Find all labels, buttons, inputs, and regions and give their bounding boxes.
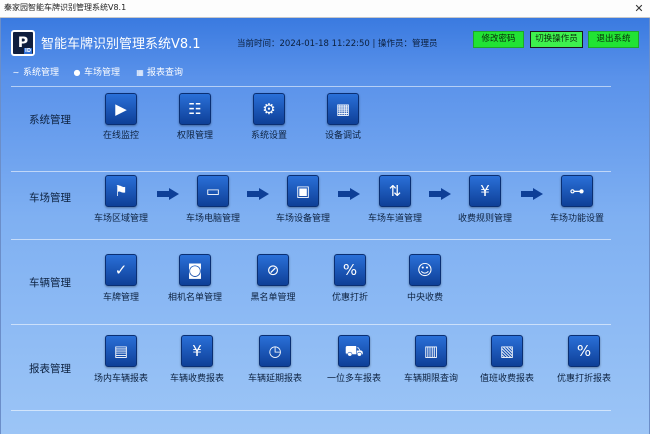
multi-car-icon: ⛟	[338, 335, 370, 367]
divider	[11, 86, 611, 87]
switch-operator-button[interactable]: 切换操作员	[530, 31, 583, 48]
arrow-right-icon	[247, 188, 269, 200]
tile-extension-report[interactable]: ◷	[255, 335, 295, 375]
logo: P ID	[11, 30, 35, 56]
arrow-right-icon	[157, 188, 179, 200]
flag-icon: ⚑	[105, 175, 137, 207]
tile-parking-device[interactable]: ▣	[283, 175, 323, 215]
nav-bar: ∼ 系统管理 ● 车场管理 ▦ 报表查询	[1, 65, 650, 81]
shield-check-icon: ✓	[105, 254, 137, 286]
nav-label: 车场管理	[84, 68, 121, 78]
monitor-icon: ▭	[197, 175, 229, 207]
change-password-button[interactable]: 修改密码	[473, 31, 524, 48]
tile-discount-report[interactable]: %	[564, 335, 604, 375]
tile-fee-rule[interactable]: ¥	[465, 175, 505, 215]
window-icon: ▣	[287, 175, 319, 207]
nav-item-reports[interactable]: ▦ 报表查询	[135, 65, 183, 81]
parking-report-icon: ▤	[105, 335, 137, 367]
tile-multi-car-report[interactable]: ⛟	[334, 335, 374, 375]
fee-rule-icon: ¥	[469, 175, 501, 207]
duty-report-icon: ▧	[491, 335, 523, 367]
section-label-system: 系统管理	[29, 114, 71, 126]
section-label-report: 报表管理	[29, 363, 71, 375]
camera-icon: ▶	[105, 93, 137, 125]
discount-report-icon: %	[568, 335, 600, 367]
share-icon: ∼	[12, 68, 20, 77]
cashier-icon: ☺	[409, 254, 441, 286]
divider	[11, 410, 611, 411]
tile-camera-list[interactable]: ◙	[175, 254, 215, 294]
divider	[11, 171, 611, 172]
nav-label: 报表查询	[147, 68, 184, 78]
window-title: 秦家园智能车牌识别管理系统V8.1	[4, 3, 127, 12]
tile-system-settings[interactable]: ⚙	[249, 93, 289, 133]
device-icon: ▦	[327, 93, 359, 125]
nav-item-parking[interactable]: ● 车场管理	[72, 65, 121, 81]
discount-icon: %	[334, 254, 366, 286]
section-label-vehicle: 车辆管理	[29, 277, 71, 289]
divider	[11, 239, 611, 240]
blacklist-icon: ⊘	[257, 254, 289, 286]
tile-central-fee[interactable]: ☺	[405, 254, 445, 294]
tile-fee-report[interactable]: ¥	[177, 335, 217, 375]
exit-system-button[interactable]: 退出系统	[588, 31, 639, 48]
fee-report-icon: ¥	[181, 335, 213, 367]
tile-label: 车场功能设置	[549, 214, 604, 224]
tile-label: 设备调试	[324, 131, 361, 141]
divider	[11, 324, 611, 325]
tile-label: 中央收费	[406, 293, 443, 303]
tile-discount[interactable]: %	[330, 254, 370, 294]
tile-label: 优惠打折报表	[556, 374, 611, 384]
arrow-right-icon	[429, 188, 451, 200]
nav-item-system[interactable]: ∼ 系统管理	[11, 65, 59, 81]
arrow-right-icon	[338, 188, 360, 200]
camera-list-icon: ◙	[179, 254, 211, 286]
lane-icon: ⇅	[379, 175, 411, 207]
tile-blacklist[interactable]: ⊘	[253, 254, 293, 294]
toggle-icon: ⊶	[561, 175, 593, 207]
app-title: 智能车牌识别管理系统V8.1	[41, 37, 201, 52]
hierarchy-icon: ☷	[179, 93, 211, 125]
extension-report-icon: ◷	[259, 335, 291, 367]
tile-permission[interactable]: ☷	[175, 93, 215, 133]
tile-plate[interactable]: ✓	[101, 254, 141, 294]
tile-term-query[interactable]: ▥	[411, 335, 451, 375]
tile-parking-area[interactable]: ⚑	[101, 175, 141, 215]
nav-label: 系统管理	[23, 68, 60, 78]
tile-device-debug[interactable]: ▦	[323, 93, 363, 133]
app-body: P ID 智能车牌识别管理系统V8.1 当前时间：2024-01-18 11:2…	[0, 18, 650, 434]
tile-online-monitor[interactable]: ▶	[101, 93, 141, 133]
header: P ID 智能车牌识别管理系统V8.1 当前时间：2024-01-18 11:2…	[1, 18, 650, 62]
arrow-right-icon	[521, 188, 543, 200]
tile-parking-computer[interactable]: ▭	[193, 175, 233, 215]
logo-sub: ID	[23, 48, 32, 54]
tile-duty-report[interactable]: ▧	[487, 335, 527, 375]
clock-operator-info: 当前时间：2024-01-18 11:22:50 | 操作员：管理员	[237, 39, 438, 49]
gear-icon: ⚙	[253, 93, 285, 125]
term-query-icon: ▥	[415, 335, 447, 367]
tile-parking-function[interactable]: ⊶	[557, 175, 597, 215]
chart-icon: ▦	[136, 68, 144, 77]
users-icon: ●	[73, 68, 81, 77]
section-label-parking: 车场管理	[29, 192, 71, 204]
tile-parking-vehicle-report[interactable]: ▤	[101, 335, 141, 375]
close-icon[interactable]: ✕	[628, 0, 650, 18]
tile-parking-lane[interactable]: ⇅	[375, 175, 415, 215]
window-titlebar: 秦家园智能车牌识别管理系统V8.1 ✕	[0, 0, 650, 18]
